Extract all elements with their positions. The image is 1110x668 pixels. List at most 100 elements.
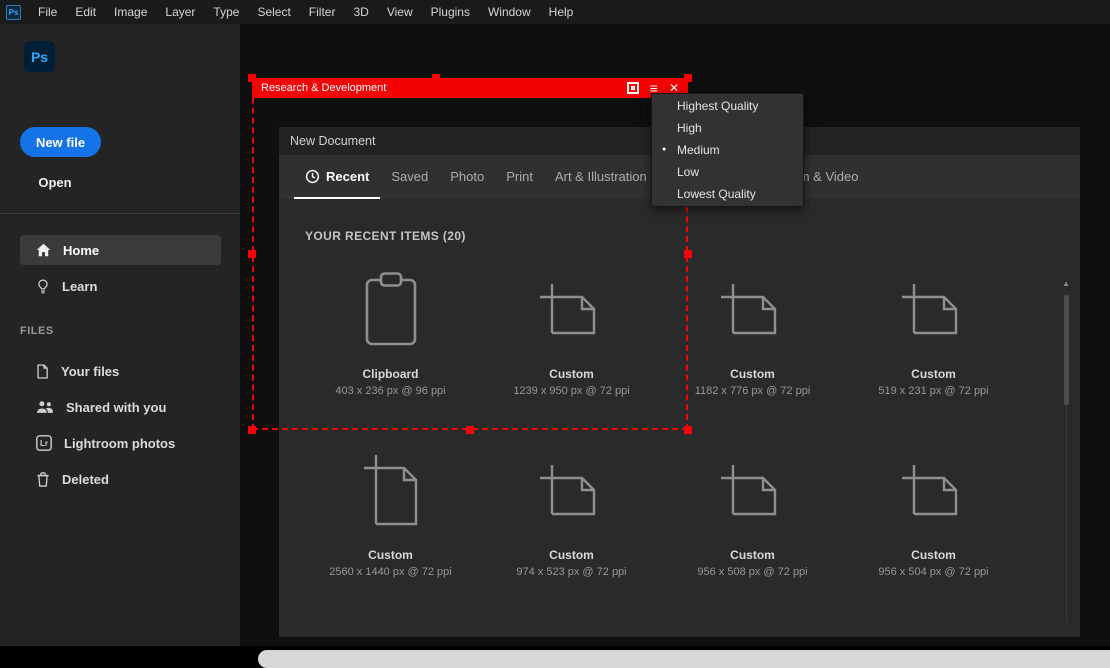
menu-item-label: Highest Quality	[677, 99, 758, 113]
menu-view[interactable]: View	[378, 0, 422, 24]
preset-name: Custom	[662, 548, 843, 562]
preset-name: Custom	[481, 367, 662, 381]
preset-dimensions: 2560 x 1440 px @ 72 ppi	[300, 566, 481, 579]
tab-label: Print	[506, 169, 533, 184]
sidebar-item-deleted[interactable]: Deleted	[20, 464, 221, 494]
menu-item-label: Lowest Quality	[677, 187, 756, 201]
menu-item-highest-quality[interactable]: Highest Quality	[652, 95, 803, 117]
custom-document-icon	[539, 283, 605, 335]
resize-handle-bottom-mid[interactable]	[466, 426, 474, 434]
resize-handle-left-mid[interactable]	[248, 250, 256, 258]
menu-plugins[interactable]: Plugins	[422, 0, 479, 24]
scroll-up-icon[interactable]: ▲	[1062, 279, 1070, 288]
document-preview	[481, 265, 662, 353]
tab-photo[interactable]: Photo	[439, 155, 495, 199]
preset-dimensions: 956 x 504 px @ 72 ppi	[843, 566, 1024, 579]
document-preview	[662, 265, 843, 353]
menu-item-medium[interactable]: ● Medium	[652, 139, 803, 161]
recent-item-card[interactable]: Clipboard 403 x 236 px @ 96 ppi	[300, 265, 481, 398]
quality-dropdown-menu: Highest Quality High ● Medium Low Lowest…	[651, 93, 804, 207]
resize-handle-top-right[interactable]	[684, 74, 692, 82]
capture-window-titlebar[interactable]: Research & Development ≡ ✕	[252, 78, 688, 98]
sidebar-item-home[interactable]: Home	[20, 235, 221, 265]
tab-label: Photo	[450, 169, 484, 184]
preset-name: Custom	[843, 548, 1024, 562]
lightroom-icon: Lr	[36, 435, 52, 451]
svg-text:Lr: Lr	[40, 439, 48, 448]
preset-dimensions: 403 x 236 px @ 96 ppi	[300, 385, 481, 398]
selected-bullet-icon: ●	[662, 139, 666, 161]
preset-name: Custom	[300, 548, 481, 562]
menu-filter[interactable]: Filter	[300, 0, 345, 24]
custom-document-icon	[720, 283, 786, 335]
dialog-content: YOUR RECENT ITEMS (20) Clipboard 403 x 2…	[279, 199, 1080, 637]
sidebar-item-label: Your files	[61, 364, 119, 379]
sidebar-item-label: Lightroom photos	[64, 436, 175, 451]
files-section-heading: FILES	[20, 324, 54, 338]
resize-handle-bottom-right[interactable]	[684, 426, 692, 434]
tab-label: Recent	[326, 169, 369, 184]
open-button[interactable]: Open	[20, 169, 90, 195]
menu-layer[interactable]: Layer	[156, 0, 204, 24]
preset-name: Custom	[843, 367, 1024, 381]
menu-help[interactable]: Help	[540, 0, 583, 24]
document-preview	[300, 265, 481, 353]
trash-icon	[36, 472, 50, 487]
scrollbar-thumb[interactable]	[1064, 295, 1069, 405]
preset-dimensions: 974 x 523 px @ 72 ppi	[481, 566, 662, 579]
menu-edit[interactable]: Edit	[66, 0, 105, 24]
photoshop-app-icon[interactable]: Ps	[6, 5, 21, 20]
people-icon	[36, 400, 54, 414]
recent-item-card[interactable]: Custom 1239 x 950 px @ 72 ppi	[481, 265, 662, 398]
menu-item-high[interactable]: High	[652, 117, 803, 139]
recent-item-card[interactable]: Custom 1182 x 776 px @ 72 ppi	[662, 265, 843, 398]
record-region-icon[interactable]	[627, 82, 639, 94]
document-preview	[843, 265, 1024, 353]
menu-type[interactable]: Type	[204, 0, 248, 24]
menu-item-label: Medium	[677, 143, 720, 157]
new-file-button[interactable]: New file	[20, 127, 101, 157]
menu-select[interactable]: Select	[248, 0, 299, 24]
sidebar-item-label: Deleted	[62, 472, 109, 487]
recent-item-card[interactable]: Custom 2560 x 1440 px @ 72 ppi	[300, 446, 481, 579]
sidebar-item-shared[interactable]: Shared with you	[20, 392, 221, 422]
sidebar-item-label: Shared with you	[66, 400, 166, 415]
menu-item-lowest-quality[interactable]: Lowest Quality	[652, 183, 803, 205]
recent-item-card[interactable]: Custom 974 x 523 px @ 72 ppi	[481, 446, 662, 579]
home-icon	[36, 243, 51, 257]
tab-recent[interactable]: Recent	[294, 155, 380, 199]
file-icon	[36, 364, 49, 379]
menu-3d[interactable]: 3D	[344, 0, 377, 24]
resize-handle-top-left[interactable]	[248, 74, 256, 82]
menu-image[interactable]: Image	[105, 0, 156, 24]
resize-handle-right-mid[interactable]	[684, 250, 692, 258]
resize-handle-top-mid[interactable]	[432, 74, 440, 82]
sidebar-item-label: Learn	[62, 279, 97, 294]
tab-label: Art & Illustration	[555, 169, 647, 184]
custom-document-icon	[720, 464, 786, 516]
document-preview	[300, 446, 481, 534]
sidebar-item-learn[interactable]: Learn	[20, 271, 221, 301]
sidebar-divider	[0, 213, 240, 214]
menu-item-label: High	[677, 121, 702, 135]
preset-dimensions: 956 x 508 px @ 72 ppi	[662, 566, 843, 579]
recent-item-card[interactable]: Custom 956 x 504 px @ 72 ppi	[843, 446, 1024, 579]
recent-item-card[interactable]: Custom 519 x 231 px @ 72 ppi	[843, 265, 1024, 398]
sidebar-item-your-files[interactable]: Your files	[20, 356, 221, 386]
resize-handle-bottom-left[interactable]	[248, 426, 256, 434]
menu-bar: Ps File Edit Image Layer Type Select Fil…	[0, 0, 1110, 24]
menu-file[interactable]: File	[29, 0, 66, 24]
document-preview	[843, 446, 1024, 534]
sidebar-item-lightroom[interactable]: Lr Lightroom photos	[20, 428, 221, 458]
custom-document-icon	[901, 283, 967, 335]
menu-window[interactable]: Window	[479, 0, 540, 24]
tab-label: Saved	[391, 169, 428, 184]
tab-art-illustration[interactable]: Art & Illustration	[544, 155, 658, 199]
sidebar-item-label: Home	[63, 243, 99, 258]
recent-item-card[interactable]: Custom 956 x 508 px @ 72 ppi	[662, 446, 843, 579]
clipboard-icon	[364, 271, 418, 347]
menu-item-low[interactable]: Low	[652, 161, 803, 183]
tab-saved[interactable]: Saved	[380, 155, 439, 199]
tab-print[interactable]: Print	[495, 155, 544, 199]
document-preview	[662, 446, 843, 534]
